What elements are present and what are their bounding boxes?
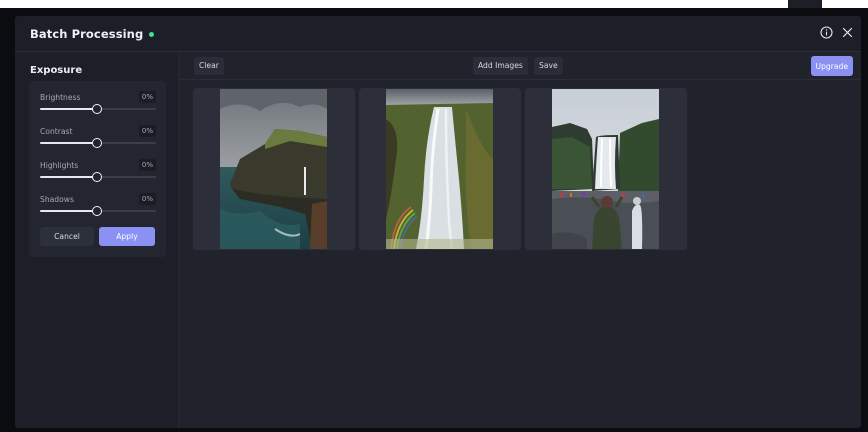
save-button[interactable]: Save [534, 57, 563, 75]
contrast-slider-handle[interactable] [92, 138, 102, 148]
close-icon[interactable] [842, 27, 853, 38]
image-card[interactable] [193, 88, 355, 250]
brightness-control: Brightness 0% [40, 91, 156, 127]
dialog-title: Batch Processing [30, 26, 144, 41]
coastal-cliff-photo [220, 89, 327, 249]
shadows-control: Shadows 0% [40, 193, 156, 229]
info-icon[interactable] [820, 26, 833, 39]
brightness-slider-handle[interactable] [92, 104, 102, 114]
waterfall-rainbow-photo [386, 89, 493, 249]
title-bar: Batch Processing [15, 16, 861, 52]
batch-processing-dialog: Batch Processing Exposure Brightness 0% … [15, 16, 861, 428]
clear-button[interactable]: Clear [194, 57, 224, 75]
shadows-value[interactable]: 0% [138, 193, 156, 205]
browser-top-strip [0, 0, 868, 8]
cancel-button[interactable]: Cancel [40, 227, 94, 246]
highlights-label: Highlights [40, 161, 79, 170]
brightness-label: Brightness [40, 93, 81, 102]
apply-button[interactable]: Apply [99, 227, 155, 246]
waterfall-visitors-photo [552, 89, 659, 249]
contrast-value[interactable]: 0% [138, 125, 156, 137]
highlights-control: Highlights 0% [40, 159, 156, 195]
image-card[interactable] [525, 88, 687, 250]
image-workspace: Clear Add Images Save Upgrade [180, 53, 861, 428]
workspace-toolbar: Clear Add Images Save Upgrade [180, 53, 861, 80]
status-dot [149, 31, 155, 37]
image-card[interactable] [359, 88, 521, 250]
highlights-value[interactable]: 0% [138, 159, 156, 171]
exposure-heading: Exposure [30, 65, 83, 76]
brightness-value[interactable]: 0% [138, 91, 156, 103]
exposure-panel: Brightness 0% Contrast 0% Highlights 0% [29, 81, 166, 257]
shadows-label: Shadows [40, 195, 74, 204]
contrast-label: Contrast [40, 127, 73, 136]
shadows-slider-handle[interactable] [92, 206, 102, 216]
contrast-control: Contrast 0% [40, 125, 156, 161]
adjustments-sidebar: Exposure Brightness 0% Contrast 0% Highl… [15, 53, 179, 428]
upgrade-button[interactable]: Upgrade [810, 56, 853, 76]
add-images-button[interactable]: Add Images [473, 57, 528, 75]
highlights-slider-handle[interactable] [92, 172, 102, 182]
